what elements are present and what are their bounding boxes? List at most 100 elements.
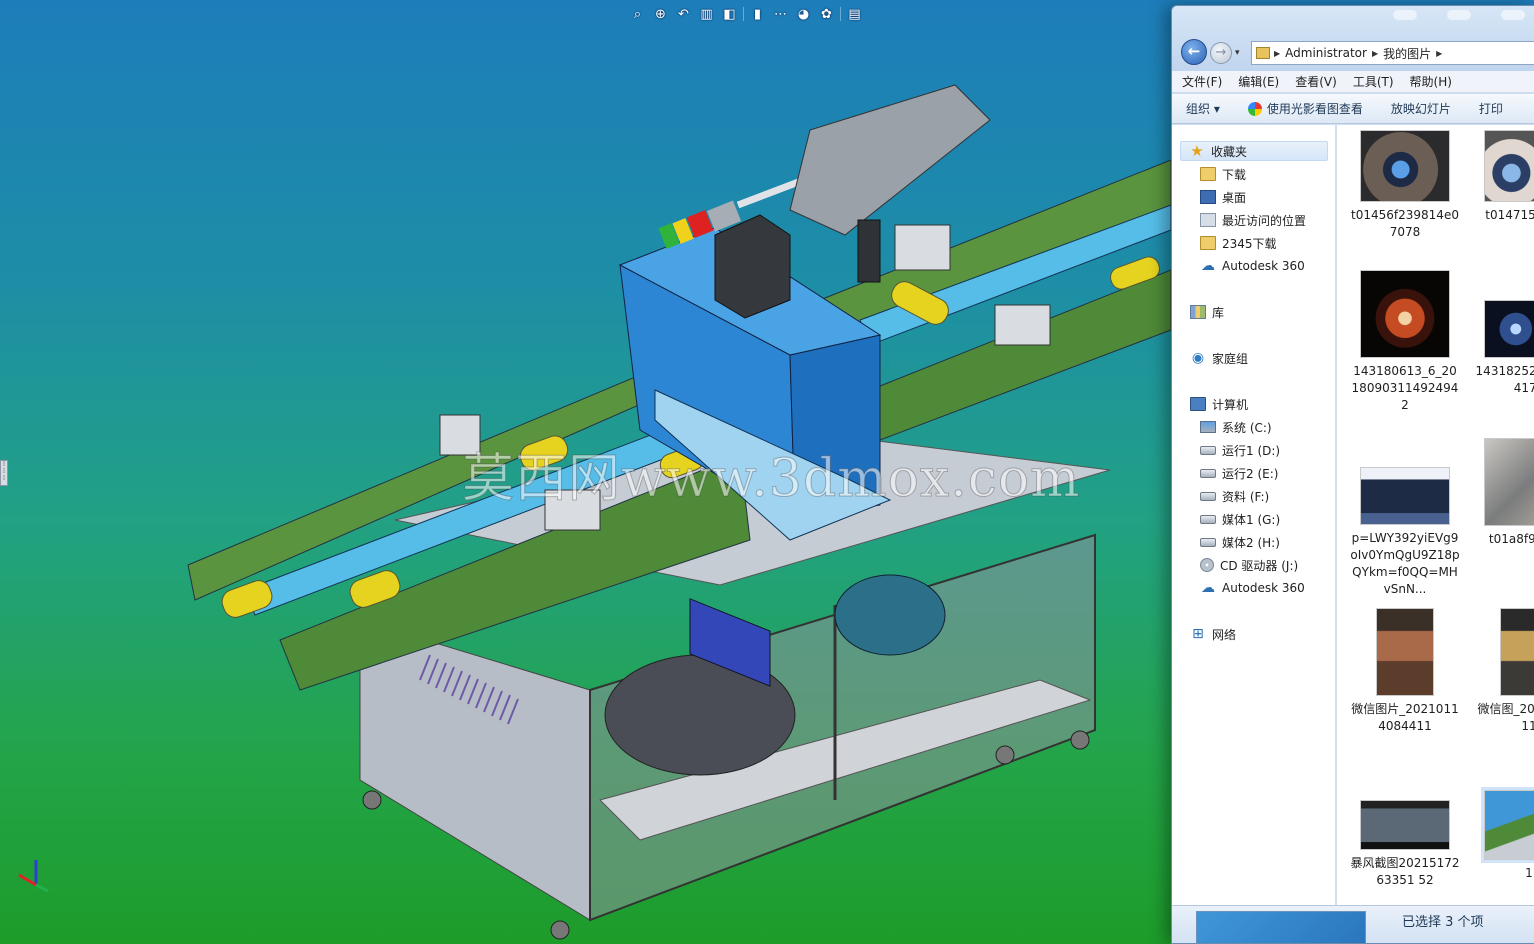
nav-libraries[interactable]: 库 (1190, 302, 1224, 322)
nav-label: 运行2 (E:) (1222, 466, 1279, 481)
file-name: t014715b14ec (1485, 208, 1534, 222)
folder-icon (1200, 236, 1216, 250)
nav-label: Autodesk 360 (1222, 581, 1305, 595)
drive-icon (1200, 468, 1216, 478)
file-name: 1 (1525, 866, 1533, 880)
nav-drive-g[interactable]: 媒体1 (G:) (1200, 509, 1280, 529)
nav-drive-h[interactable]: 媒体2 (H:) (1200, 532, 1280, 552)
folder-icon (1200, 167, 1216, 181)
cloud-icon: ☁ (1201, 258, 1215, 274)
nav-2345-downloads[interactable]: 2345下载 (1200, 233, 1277, 253)
electric-motor (834, 574, 946, 656)
chevron-right-icon[interactable]: ▶ (1372, 49, 1378, 58)
file-name: 微信图_2021011111 (1477, 702, 1534, 733)
image-thumbnail (1360, 270, 1450, 358)
file-item[interactable]: 143180613_6_20180903114924942 (1350, 270, 1460, 414)
nav-network[interactable]: ⊞ 网络 (1190, 624, 1236, 644)
selection-preview-thumbnail (1196, 911, 1366, 943)
maximize-button[interactable] (1447, 10, 1471, 20)
folder-icon (1256, 47, 1270, 59)
computer-icon (1190, 397, 1206, 411)
nav-label: 媒体1 (G:) (1222, 512, 1281, 527)
coordinate-triad (18, 860, 49, 893)
file-item[interactable]: 微信图_2021011111 (1474, 608, 1534, 735)
preview-with-photo-label: 使用光影看图查看 (1266, 102, 1363, 116)
nav-homegroup[interactable]: ◉ 家庭组 (1190, 348, 1248, 368)
hmi-screen (789, 84, 991, 236)
nav-drive-e[interactable]: 运行2 (E:) (1200, 463, 1278, 483)
panel-collapse-handle[interactable]: ⁞ ⁞ ⁞ (0, 460, 8, 486)
breadcrumb-administrator[interactable]: Administrator (1285, 46, 1367, 60)
drive-icon (1200, 514, 1216, 524)
image-thumbnail (1484, 300, 1534, 358)
nav-drive-j[interactable]: CD 驱动器 (J:) (1200, 555, 1298, 575)
nav-drive-f[interactable]: 资料 (F:) (1200, 486, 1269, 506)
slideshow-button[interactable]: 放映幻灯片 (1391, 100, 1451, 117)
nav-recent-places[interactable]: 最近访问的位置 (1200, 210, 1306, 230)
image-thumbnail (1376, 608, 1434, 696)
file-item[interactable]: t014715b14ec (1474, 130, 1534, 224)
file-item[interactable]: t01456f239814e07078 (1350, 130, 1460, 241)
file-item[interactable]: 微信图片_20210114084411 (1350, 608, 1460, 735)
file-name: t01456f239814e07078 (1351, 208, 1459, 239)
nav-label: 桌面 (1222, 190, 1247, 205)
back-arrow-icon: ← (1187, 42, 1201, 60)
minimize-button[interactable] (1393, 10, 1417, 20)
file-name: p=LWY392yiEVg9oIv0YmQgU9Z18pQYkm=f0QQ=MH… (1350, 531, 1460, 596)
menu-tools[interactable]: 工具(T) (1353, 73, 1394, 90)
explorer-titlebar: ← → ▾ ▶ Administrator ▶ 我的图片 ▶ (1172, 6, 1534, 71)
menu-help[interactable]: 帮助(H) (1410, 73, 1452, 90)
print-button[interactable]: 打印 (1479, 100, 1503, 117)
nav-label: 资料 (F:) (1222, 489, 1270, 504)
recent-places-icon (1200, 213, 1216, 227)
nav-drive-c[interactable]: 系统 (C:) (1200, 417, 1272, 437)
nav-favorites[interactable]: ★ 收藏夹 (1180, 141, 1328, 161)
menu-file[interactable]: 文件(F) (1182, 73, 1222, 90)
image-thumbnail (1360, 130, 1450, 202)
file-item[interactable]: 143182520180904170 (1474, 300, 1534, 397)
explorer-window: ← → ▾ ▶ Administrator ▶ 我的图片 ▶ 文件(F) 编辑(… (1171, 5, 1534, 944)
nav-label: Autodesk 360 (1222, 259, 1305, 273)
nav-autodesk-360-favorite[interactable]: ☁ Autodesk 360 (1200, 256, 1305, 276)
watermark-text: 莫西网www.3dmox.com (461, 449, 1081, 510)
image-thumbnail (1500, 608, 1534, 696)
file-name: t01a8f98deel (1488, 532, 1534, 546)
chevron-right-icon[interactable]: ▶ (1274, 49, 1280, 58)
organize-button[interactable]: 组织 ▾ (1186, 100, 1220, 117)
file-item[interactable]: 暴风截图2021517263351 52 (1350, 800, 1460, 889)
homegroup-icon: ◉ (1191, 350, 1205, 366)
nav-autodesk-360-computer[interactable]: ☁ Autodesk 360 (1200, 578, 1305, 598)
recent-pages-dropdown[interactable]: ▾ (1235, 48, 1240, 58)
nav-drive-d[interactable]: 运行1 (D:) (1200, 440, 1280, 460)
drive-icon (1200, 445, 1216, 455)
preview-with-photo-button[interactable]: 使用光影看图查看 (1247, 100, 1363, 117)
drive-icon (1200, 491, 1216, 501)
image-thumbnail (1484, 438, 1534, 526)
chevron-right-icon[interactable]: ▶ (1436, 49, 1442, 58)
servo-motor (714, 214, 791, 319)
caster-wheel (995, 745, 1015, 765)
menu-view[interactable]: 查看(V) (1295, 73, 1337, 90)
menu-edit[interactable]: 编辑(E) (1238, 73, 1279, 90)
file-item[interactable]: 1 (1474, 787, 1534, 882)
navigation-pane: ★ 收藏夹 下载 桌面 最近访问的位置 2345下载 ☁ Autodesk 360 … (1172, 125, 1336, 943)
back-button[interactable]: ← (1181, 39, 1207, 65)
nav-computer[interactable]: 计算机 (1190, 394, 1248, 414)
forward-button[interactable]: → (1210, 42, 1232, 64)
file-name: 暴风截图2021517263351 52 (1350, 856, 1460, 887)
library-icon (1190, 305, 1206, 319)
image-thumbnail (1360, 467, 1450, 525)
image-thumbnail (1484, 130, 1534, 202)
breadcrumb-my-pictures[interactable]: 我的图片 (1383, 45, 1431, 62)
image-thumbnail (1360, 800, 1450, 850)
file-item[interactable]: p=LWY392yiEVg9oIv0YmQgU9Z18pQYkm=f0QQ=MH… (1350, 467, 1460, 598)
nav-downloads[interactable]: 下载 (1200, 164, 1246, 184)
cloud-icon: ☁ (1201, 580, 1215, 596)
file-item[interactable]: t01a8f98deel (1474, 438, 1534, 548)
address-bar[interactable]: ▶ Administrator ▶ 我的图片 ▶ (1251, 41, 1534, 65)
nav-label: 计算机 (1212, 397, 1249, 412)
nav-label: 下载 (1222, 167, 1247, 182)
nav-label: 2345下载 (1222, 236, 1277, 251)
nav-desktop[interactable]: 桌面 (1200, 187, 1246, 207)
close-button[interactable] (1501, 10, 1525, 20)
